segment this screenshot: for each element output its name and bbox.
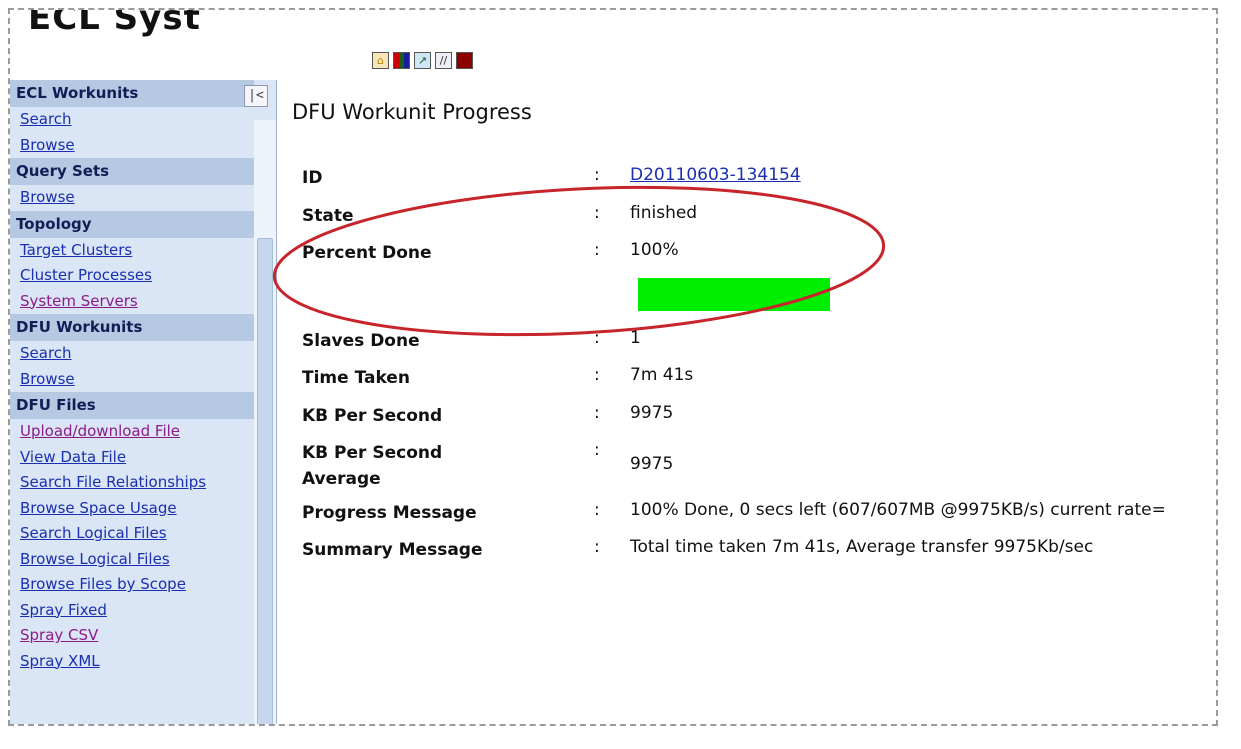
- sidebar-link-target-clusters[interactable]: Target Clusters: [10, 238, 254, 264]
- sidebar-nav: ECL Workunits Search Browse Query Sets B…: [10, 80, 277, 724]
- sidebar-section-dfu-workunits: DFU Workunits: [10, 314, 254, 341]
- collapse-sidebar-button[interactable]: |<: [244, 85, 268, 107]
- sidebar-link-dfu-browse[interactable]: Browse: [10, 367, 254, 393]
- sidebar-link-search-file-relationships[interactable]: Search File Relationships: [10, 470, 254, 496]
- field-value-kb-per-second-average: 9975: [630, 454, 674, 474]
- sidebar-link-spray-csv[interactable]: Spray CSV: [10, 623, 254, 649]
- sidebar-link-browse-files-by-scope[interactable]: Browse Files by Scope: [10, 572, 254, 598]
- pencil-icon[interactable]: //: [435, 52, 452, 69]
- field-label-state: State: [302, 206, 354, 226]
- field-separator: :: [594, 203, 600, 223]
- sidebar-link-spray-xml[interactable]: Spray XML: [10, 649, 254, 675]
- sidebar-link-upload-download[interactable]: Upload/download File: [10, 419, 254, 445]
- field-value-progress-message: 100% Done, 0 secs left (607/607MB @9975K…: [630, 500, 1166, 520]
- grid-icon[interactable]: [393, 52, 410, 69]
- sidebar-section-dfu-files: DFU Files: [10, 392, 254, 419]
- field-value-id: D20110603-134154: [630, 165, 801, 185]
- field-separator: :: [594, 328, 600, 348]
- sidebar-link-browse-logical-files[interactable]: Browse Logical Files: [10, 547, 254, 573]
- sidebar-menu: ECL Workunits Search Browse Query Sets B…: [10, 80, 254, 674]
- page-title: DFU Workunit Progress: [292, 100, 532, 124]
- field-separator: :: [594, 365, 600, 385]
- stop-icon[interactable]: [456, 52, 473, 69]
- field-value-time-taken: 7m 41s: [630, 365, 694, 385]
- sidebar-section-query-sets: Query Sets: [10, 158, 254, 185]
- field-value-state: finished: [630, 203, 698, 223]
- field-label-slaves-done: Slaves Done: [302, 331, 420, 351]
- field-label-summary-message: Summary Message: [302, 540, 483, 560]
- progress-bar-fill: [638, 278, 830, 311]
- field-separator: :: [594, 165, 600, 185]
- field-separator: :: [594, 403, 600, 423]
- chart-icon[interactable]: ↗: [414, 52, 431, 69]
- field-label-kb-per-second-average: KB Per Second Average: [302, 443, 443, 489]
- sidebar-link-system-servers[interactable]: System Servers: [10, 289, 254, 315]
- field-label-progress-message: Progress Message: [302, 503, 477, 523]
- window-frame: ECL Syst ⌂ ↗ // ECL Workunits Search Bro…: [8, 8, 1218, 726]
- field-separator: :: [594, 440, 600, 460]
- sidebar-link-search-logical-files[interactable]: Search Logical Files: [10, 521, 254, 547]
- sidebar-scrollbar-thumb[interactable]: [257, 238, 273, 724]
- workunit-id-link[interactable]: D20110603-134154: [630, 165, 801, 185]
- progress-bar: [638, 278, 830, 311]
- main-content: DFU Workunit Progress ID : D20110603-134…: [282, 80, 1216, 724]
- field-separator: :: [594, 500, 600, 520]
- home-icon[interactable]: ⌂: [372, 52, 389, 69]
- field-label-id: ID: [302, 168, 323, 188]
- brand-logo-text: ECL Syst: [28, 8, 201, 38]
- toolbar: ⌂ ↗ //: [372, 52, 473, 69]
- sidebar-scrollbar-track[interactable]: [254, 120, 276, 724]
- field-value-summary-message: Total time taken 7m 41s, Average transfe…: [630, 537, 1094, 557]
- sidebar-link-spray-fixed[interactable]: Spray Fixed: [10, 598, 254, 624]
- field-value-slaves-done: 1: [630, 328, 641, 348]
- sidebar-link-view-data-file[interactable]: View Data File: [10, 445, 254, 471]
- field-label-percent-done: Percent Done: [302, 243, 432, 263]
- field-label-time-taken: Time Taken: [302, 368, 410, 388]
- sidebar-section-ecl-workunits: ECL Workunits: [10, 80, 254, 107]
- field-separator: :: [594, 537, 600, 557]
- field-label-kb-per-second: KB Per Second: [302, 406, 443, 426]
- sidebar-section-topology: Topology: [10, 210, 254, 238]
- field-value-percent-done: 100%: [630, 240, 679, 260]
- field-separator: :: [594, 240, 600, 260]
- field-value-kb-per-second: 9975: [630, 403, 674, 423]
- sidebar-link-cluster-processes[interactable]: Cluster Processes: [10, 263, 254, 289]
- sidebar-link-querysets-browse[interactable]: Browse: [10, 185, 254, 211]
- sidebar-link-browse-space-usage[interactable]: Browse Space Usage: [10, 496, 254, 522]
- sidebar-link-dfu-search[interactable]: Search: [10, 341, 254, 367]
- sidebar-link-ecl-search[interactable]: Search: [10, 107, 254, 133]
- sidebar-link-ecl-browse[interactable]: Browse: [10, 133, 254, 159]
